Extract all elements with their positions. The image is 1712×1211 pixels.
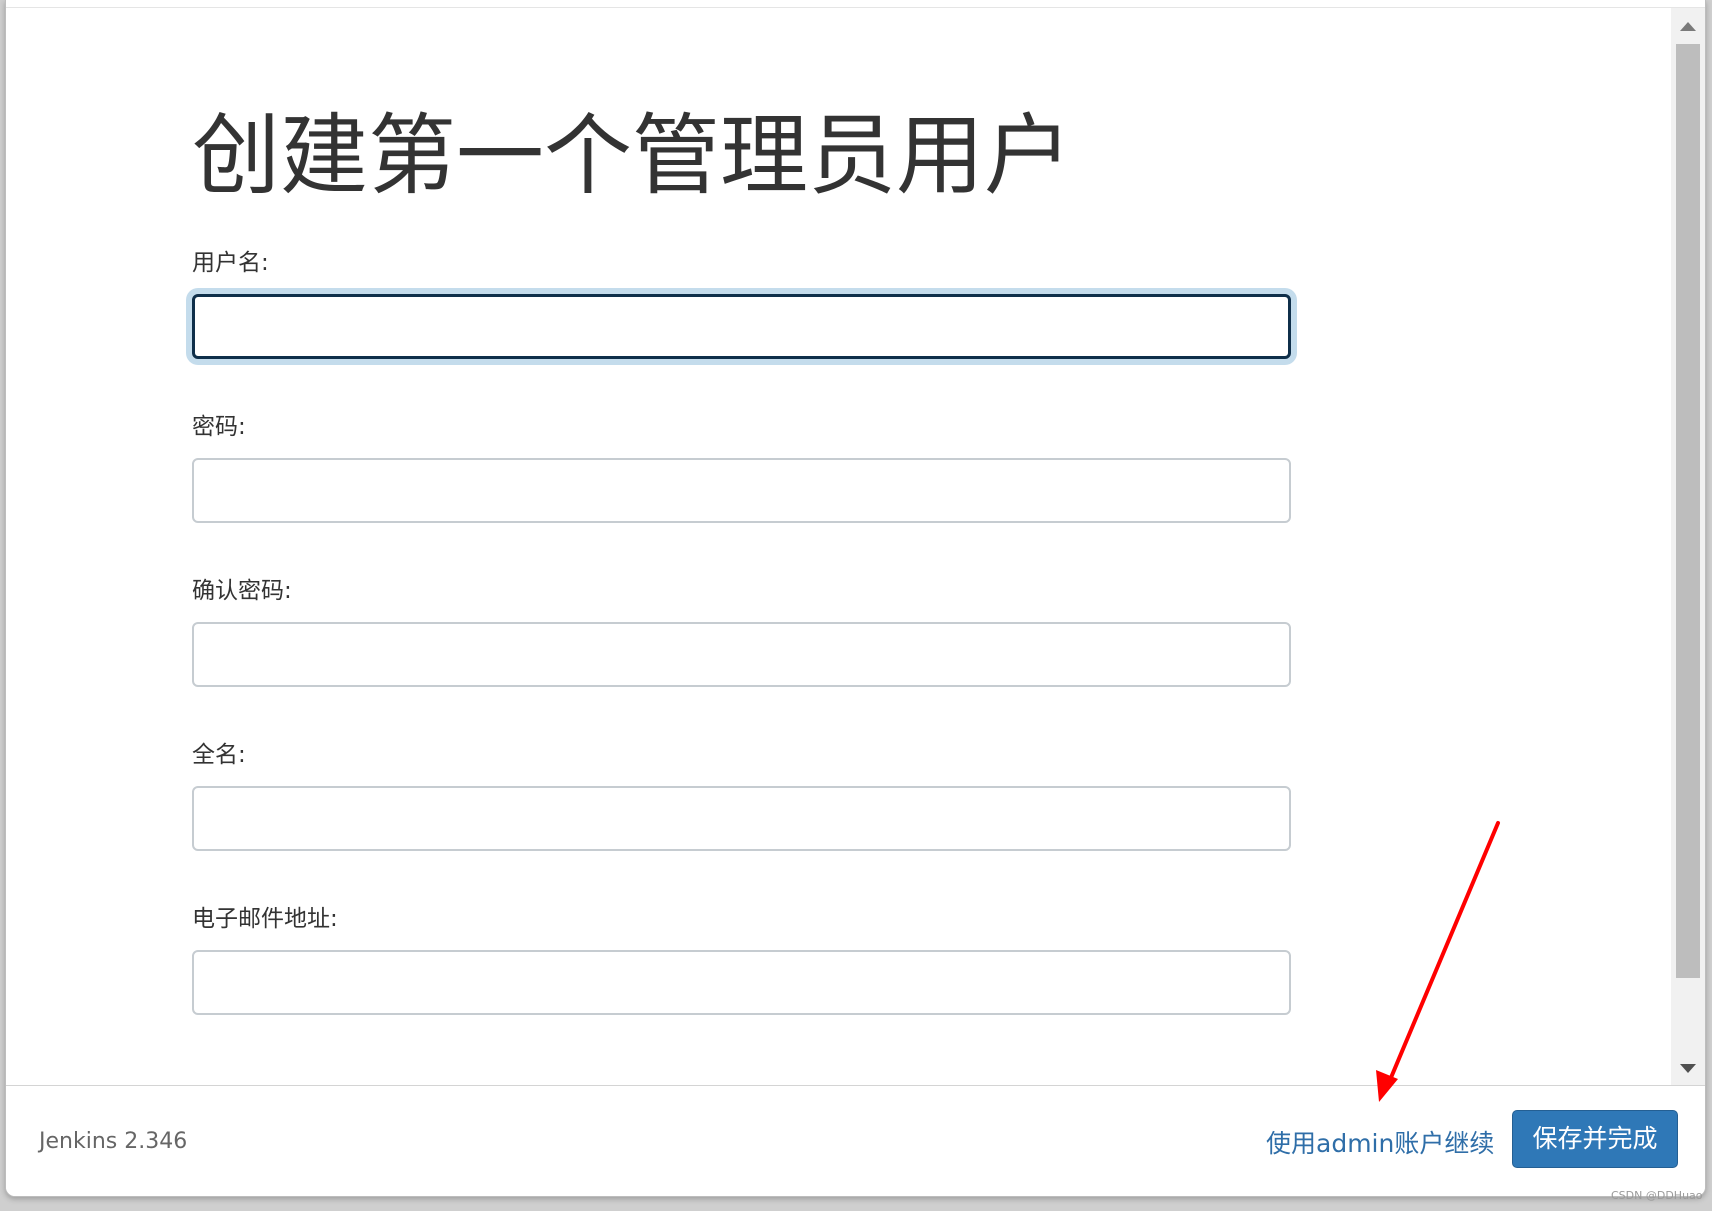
confirm-password-label: 确认密码:	[192, 578, 292, 604]
wizard-footer: Jenkins 2.346 使用admin账户继续 保存并完成	[6, 1085, 1705, 1196]
continue-as-admin-link[interactable]: 使用admin账户继续	[1266, 1124, 1494, 1160]
page-title: 创建第一个管理员用户	[192, 104, 1073, 207]
vertical-scrollbar[interactable]	[1671, 8, 1705, 1085]
wizard-content: 创建第一个管理员用户 用户名: 密码: 确认密码: 全名: 电子邮件地址:	[6, 8, 1671, 1085]
password-label: 密码:	[192, 414, 246, 440]
scroll-down-arrow-icon[interactable]	[1680, 1064, 1696, 1073]
jenkins-version: Jenkins 2.346	[39, 1129, 188, 1154]
setup-wizard-window: 创建第一个管理员用户 用户名: 密码: 确认密码: 全名: 电子邮件地址: Je…	[5, 0, 1706, 1197]
email-label: 电子邮件地址:	[192, 906, 338, 932]
scrollbar-thumb[interactable]	[1676, 44, 1700, 978]
password-input[interactable]	[192, 458, 1291, 523]
full-name-input[interactable]	[192, 786, 1291, 851]
username-label: 用户名:	[192, 250, 269, 276]
confirm-password-input[interactable]	[192, 622, 1291, 687]
save-and-finish-button[interactable]: 保存并完成	[1512, 1110, 1678, 1168]
username-input[interactable]	[192, 294, 1291, 359]
watermark: CSDN @DDHuao	[1611, 1189, 1703, 1202]
scroll-up-arrow-icon[interactable]	[1680, 22, 1696, 31]
full-name-label: 全名:	[192, 742, 246, 768]
email-input[interactable]	[192, 950, 1291, 1015]
